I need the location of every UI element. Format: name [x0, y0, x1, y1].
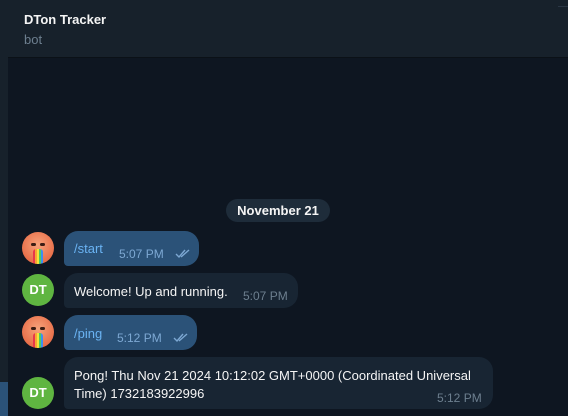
message-bubble-outgoing[interactable]: /start 5:07 PM [64, 231, 199, 266]
message-text: Welcome! Up and running. [74, 284, 228, 299]
message-time: 5:07 PM [243, 289, 288, 303]
message-text-line2: Time) 1732183922996 [74, 386, 205, 401]
user-avatar[interactable] [22, 232, 54, 264]
chat-list-edge [0, 0, 8, 416]
user-avatar[interactable] [22, 316, 54, 348]
date-separator[interactable]: November 21 [226, 199, 330, 222]
message-time: 5:07 PM [119, 247, 164, 261]
read-check-icon [173, 333, 188, 343]
bot-avatar[interactable]: DT [22, 274, 54, 306]
chat-header[interactable]: DTon Tracker bot [8, 0, 568, 58]
message-bubble-incoming[interactable]: Pong! Thu Nov 21 2024 10:12:02 GMT+0000 … [64, 357, 493, 409]
message-bubble-incoming[interactable]: Welcome! Up and running. 5:07 PM [64, 273, 298, 308]
message-time: 5:12 PM [117, 331, 162, 345]
chat-title[interactable]: DTon Tracker [24, 12, 106, 27]
command-link[interactable]: /start [74, 241, 103, 256]
selected-chat-indicator [0, 382, 8, 416]
message-time: 5:12 PM [437, 391, 482, 405]
read-check-icon [175, 249, 190, 259]
message-text-line1: Pong! Thu Nov 21 2024 10:12:02 GMT+0000 … [74, 368, 471, 383]
message-bubble-outgoing[interactable]: /ping 5:12 PM [64, 315, 197, 350]
chat-subtitle: bot [24, 32, 43, 47]
header-divider [558, 6, 568, 7]
command-link[interactable]: /ping [74, 326, 102, 341]
bot-avatar[interactable]: DT [22, 377, 54, 409]
